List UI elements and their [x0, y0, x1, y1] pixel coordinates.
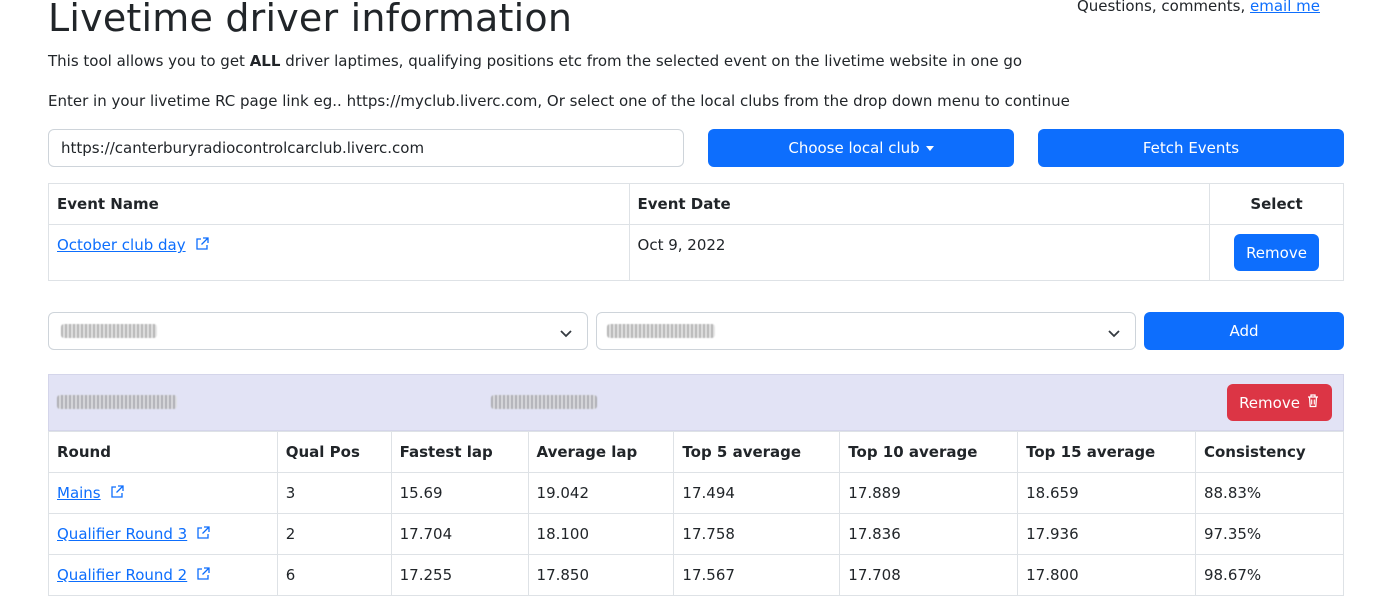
average-lap-cell: 18.100: [527, 513, 675, 555]
fetch-events-button[interactable]: Fetch Events: [1038, 129, 1344, 167]
remove-driver-button[interactable]: Remove: [1227, 384, 1332, 421]
fastest-lap-cell: 17.704: [390, 513, 529, 555]
chevron-down-icon: [559, 325, 573, 344]
column-header: Select: [1209, 183, 1344, 225]
intro-line-1: This tool allows you to get ALL driver l…: [48, 51, 1022, 71]
top10-cell: 17.708: [839, 554, 1019, 596]
round-link[interactable]: Qualifier Round 2: [57, 566, 187, 584]
driver-class-redacted: [491, 395, 597, 409]
remove-event-button[interactable]: Remove: [1234, 234, 1319, 271]
trash-icon: [1306, 393, 1320, 412]
caret-down-icon: [925, 145, 934, 151]
driver-name-redacted: [57, 395, 177, 409]
column-header: Top 10 average: [839, 431, 1019, 473]
external-link-icon[interactable]: [195, 525, 211, 545]
fastest-lap-cell: 15.69: [390, 472, 529, 514]
consistency-cell: 97.35%: [1194, 513, 1345, 555]
event-date-cell: Oct 9, 2022: [628, 224, 1211, 281]
qual-pos-cell: 6: [276, 554, 392, 596]
qual-pos-cell: 3: [276, 472, 392, 514]
round-cell: Qualifier Round 2: [48, 554, 278, 596]
add-driver-button[interactable]: Add: [1144, 312, 1344, 350]
qual-pos-cell: 2: [276, 513, 392, 555]
round-cell: Qualifier Round 3: [48, 513, 278, 555]
average-lap-cell: 19.042: [527, 472, 675, 514]
intro-text-pre: This tool allows you to get: [48, 52, 250, 70]
column-header: Average lap: [527, 431, 675, 473]
event-link[interactable]: October club day: [57, 236, 186, 254]
column-header: Top 5 average: [673, 431, 841, 473]
external-link-icon[interactable]: [109, 484, 125, 504]
event-name-cell: October club day: [48, 224, 630, 281]
driver-select-value-redacted: [607, 324, 715, 338]
contact-line: Questions, comments, email me: [1077, 0, 1320, 16]
class-select[interactable]: [48, 312, 588, 350]
table-row: Mains 3 15.69 19.042 17.494 17.889 18.65…: [48, 472, 1345, 514]
top10-cell: 17.836: [839, 513, 1019, 555]
chevron-down-icon: [1107, 325, 1121, 344]
column-header: Fastest lap: [390, 431, 529, 473]
driver-panel-header: Remove: [48, 374, 1344, 431]
event-select-cell: Remove: [1209, 224, 1344, 281]
external-link-icon[interactable]: [195, 566, 211, 586]
event-row: October club day Oct 9, 2022 Remove: [48, 224, 1344, 281]
results-table: Round Qual Pos Fastest lap Average lap T…: [48, 431, 1345, 596]
consistency-cell: 88.83%: [1194, 472, 1345, 514]
intro-text-post: driver laptimes, qualifying positions et…: [280, 52, 1023, 70]
choose-local-club-button[interactable]: Choose local club: [708, 129, 1014, 167]
column-header: Qual Pos: [276, 431, 392, 473]
top5-cell: 17.494: [673, 472, 841, 514]
top15-cell: 18.659: [1017, 472, 1196, 514]
column-header: Event Name: [48, 183, 630, 225]
events-table: Event Name Event Date Select October clu…: [48, 183, 1344, 281]
class-select-value-redacted: [61, 324, 157, 338]
column-header: Consistency: [1194, 431, 1345, 473]
driver-select[interactable]: [596, 312, 1136, 350]
top5-cell: 17.567: [673, 554, 841, 596]
column-header: Top 15 average: [1017, 431, 1196, 473]
top10-cell: 17.889: [839, 472, 1019, 514]
column-header: Event Date: [628, 183, 1211, 225]
top15-cell: 17.800: [1017, 554, 1196, 596]
table-row: Qualifier Round 2 6 17.255 17.850 17.567…: [48, 554, 1345, 596]
events-header-row: Event Name Event Date Select: [48, 183, 1344, 225]
external-link-icon[interactable]: [194, 236, 210, 256]
page-title: Livetime driver information: [48, 0, 573, 40]
club-url-input[interactable]: [48, 129, 684, 167]
intro-text-bold: ALL: [249, 52, 281, 70]
round-link[interactable]: Qualifier Round 3: [57, 525, 187, 543]
consistency-cell: 98.67%: [1194, 554, 1345, 596]
intro-line-2: Enter in your livetime RC page link eg..…: [48, 92, 1070, 110]
round-cell: Mains: [48, 472, 278, 514]
top5-cell: 17.758: [673, 513, 841, 555]
round-link[interactable]: Mains: [57, 484, 101, 502]
contact-text: Questions, comments,: [1076, 0, 1251, 15]
top15-cell: 17.936: [1017, 513, 1196, 555]
email-link[interactable]: email me: [1250, 0, 1320, 15]
column-header: Round: [48, 431, 278, 473]
table-row: Qualifier Round 3 2 17.704 18.100 17.758…: [48, 513, 1345, 555]
average-lap-cell: 17.850: [527, 554, 675, 596]
remove-driver-label: Remove: [1239, 393, 1300, 412]
fastest-lap-cell: 17.255: [390, 554, 529, 596]
results-header-row: Round Qual Pos Fastest lap Average lap T…: [48, 431, 1345, 473]
choose-local-club-label: Choose local club: [788, 139, 920, 157]
